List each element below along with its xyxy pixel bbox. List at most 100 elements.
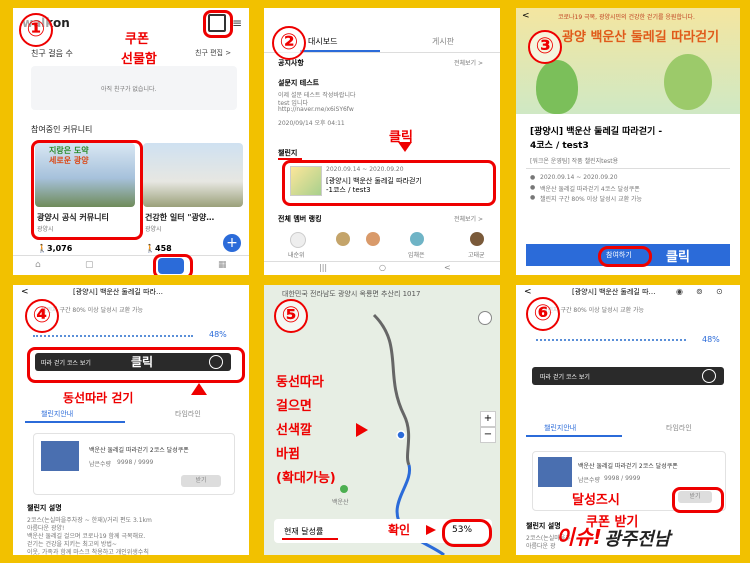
calendar-icon: ● [530,174,536,181]
challenge-condition-3: 챌린지 구간 80% 이상 달성시 교환 가능 [540,196,643,203]
challenge-reward-3: 백운산 둘레길 따라걷기 4코스 달성쿠폰 [540,186,640,193]
progress-dots-4 [33,335,193,337]
tab-info-6[interactable]: 챌린지안내 [544,423,576,433]
rank-avatar-2 [336,232,350,246]
home-icon[interactable]: ⌂ [35,260,41,270]
back-arrow-6[interactable]: < [524,287,532,297]
zoom-in-button[interactable]: + [480,411,496,427]
overlay-text-1: 달성즈시 [572,493,620,508]
progress-percent-4: 48% [209,330,227,339]
banner-small-text: 코로나19 극복, 광양시민의 건강한 걷기를 응원합니다. [558,14,695,21]
challenge-title-6: [광양시] 백운산 둘레길 따… [572,288,656,296]
bottom-nav-divider [13,255,249,256]
challenge-title-3b: 4코스 / test3 [530,141,589,151]
tab-dashboard[interactable]: 대시보드 [308,36,337,47]
percent-highlight-5 [442,519,492,547]
android-back-button[interactable]: < [444,263,451,272]
notice-item-title[interactable]: 설문지 테스트 [278,78,319,88]
desc-title-4: 챌린지 설명 [27,504,62,512]
expand-icon-6[interactable] [702,369,716,383]
shop-icon[interactable]: ▢ [85,260,94,270]
coupon-thumb-4 [41,441,79,471]
confirm-label: 확인 [388,523,411,537]
tab-board[interactable]: 게시판 [432,36,454,47]
map-note-line-2: 걸으면 [276,399,312,414]
step-number-5: ⑤ [274,299,308,333]
map-note-line-4: 바뀜 [276,447,300,462]
coupon-left-label-4: 남은수량 [89,461,112,468]
challenge-card-highlight [282,160,496,206]
community-title: 참여중인 커뮤니티 [31,125,93,134]
right-arrow-5 [356,423,368,437]
course-button-label-6[interactable]: 따라 걷기 코스 보기 [540,372,590,381]
community-card-2-image[interactable] [143,143,243,207]
mascot-right [664,54,712,110]
android-home-button[interactable]: ○ [379,263,386,272]
rank-view-all[interactable]: 전체보기 > [454,214,483,223]
map-note-line-5: (확대가능) [276,471,336,486]
panel-5: 대한민국 전라남도 광양시 옥룡면 추산리 1017 ⑤ 동선따라 걸으면 선색… [264,285,500,555]
back-arrow-4[interactable]: < [21,287,29,297]
watermark-issue: 이슈! [556,525,602,549]
map-note-line-3: 선색깔 [276,423,312,438]
progress-percent-6: 48% [702,335,720,344]
condition-icon: ● [530,194,536,201]
back-arrow-3[interactable]: < [522,11,530,21]
notice-date: 2020/09/14 오후 04:11 [278,120,345,127]
progress-dots-6 [536,339,686,341]
mascot-left [536,60,578,114]
map-note-line-1: 동선따라 [276,375,324,390]
coupon-left-label-6: 남은수량 [578,477,601,484]
challenge-section-title: 챌린지 [278,149,298,157]
notice-view-all[interactable]: 전체보기 > [454,58,483,67]
join-button-highlight [598,246,652,267]
down-arrow-2 [398,142,412,152]
gift-box-label: 선물함 [121,52,157,67]
panel-6: < [광양시] 백운산 둘레길 따… ◉ ⊚ ⊙ ⑥ 챌린지 구간 80% 이상… [516,285,740,555]
friend-steps-title: 친구 걸음 수 [31,49,73,58]
tab-info-underline-4 [25,421,125,423]
friend-edit-link[interactable]: 친구 편집 > [195,48,231,58]
coupon-count-6: 9998 / 9999 [604,475,641,482]
place-pin-icon [340,485,348,493]
tab-info-4[interactable]: 챌린지안내 [41,409,73,419]
coupon-button-4[interactable]: 받기 [181,475,221,487]
rank-avatar-4 [410,232,424,246]
info-divider-3 [526,168,730,169]
click-label-3: 클릭 [666,250,690,265]
course-button-highlight [27,347,245,383]
coupon-button-highlight-6 [672,487,724,513]
tab-timeline-4[interactable]: 타임라인 [175,409,201,419]
tab-timeline-6[interactable]: 타임라인 [666,423,692,433]
rank-avatar-1 [290,232,306,248]
rank-avatar-5 [470,232,484,246]
panel-1: ① walkon ≡ 쿠폰 선물함 친구 걸음 수 친구 편집 > 아직 친구가… [13,8,249,275]
place-label: 백운산 [332,499,349,506]
right-arrow-5b [426,525,436,535]
reward-icon: ● [530,184,536,191]
community-card-1-count: 3,076 [47,244,73,253]
link-icon-6: ⊚ [696,287,703,296]
map-icon[interactable]: ▦ [218,260,227,270]
zoom-out-button[interactable]: − [480,427,496,443]
challenge-host: [워크온 운영팀] 작품 챌린지test용 [530,158,619,165]
nav-divider-2 [264,261,500,262]
community-card-2-count: 458 [155,244,172,253]
step-number-4: ④ [25,299,59,333]
up-arrow-4 [191,383,207,395]
step-number-6: ⑥ [526,297,560,331]
notice-body-3: http://naver.me/x6iSY6fw [278,106,354,113]
follow-route-label: 동선따라 걷기 [63,391,134,405]
community-nav-highlight [153,254,193,275]
add-fab[interactable]: + [223,234,241,252]
community-card-1-highlight [31,140,143,240]
challenge-date-3: 2020.09.14 ~ 2020.09.20 [540,174,618,181]
menu-icon[interactable]: ≡ [232,16,242,30]
challenge-title-3a: [광양시] 백운산 둘레길 따라걷기 - [530,127,663,137]
watermark-region: 광주전남 [604,529,671,550]
android-recent-button[interactable]: ||| [319,263,327,272]
rank-name-1: 내순위 [288,252,305,259]
community-card-2-title[interactable]: 건강한 일터 "광양… [145,212,245,223]
step-number-2: ② [272,26,306,60]
rank-name-4: 임채은 [408,252,425,259]
